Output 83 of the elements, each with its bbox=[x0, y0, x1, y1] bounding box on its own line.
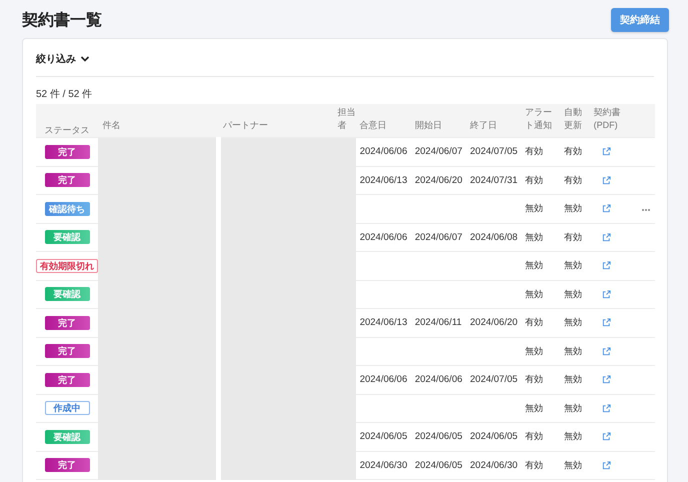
result-count: 52 件 / 52 件 bbox=[36, 88, 94, 101]
table-cell: 無効 bbox=[525, 260, 544, 270]
table-cell: 無効 bbox=[564, 460, 582, 470]
table-cell: 無効 bbox=[564, 317, 582, 328]
table-cell: 2024/06/13 bbox=[360, 317, 408, 328]
table-cell: 2024/06/06 bbox=[414, 374, 462, 386]
table-cell: 無効 bbox=[564, 203, 582, 214]
table-cell: 2024/06/30 bbox=[360, 460, 408, 471]
table-cell: 有効 bbox=[564, 146, 582, 156]
external-link-icon[interactable] bbox=[602, 147, 611, 156]
column-header: 担当者 bbox=[337, 107, 356, 130]
table-cell: 2024/06/11 bbox=[414, 317, 462, 328]
table-cell: 2024/07/05 bbox=[470, 374, 518, 386]
table-cell: 2024/07/31 bbox=[470, 174, 518, 186]
table-cell: 2024/06/08 bbox=[470, 232, 518, 243]
external-link-icon[interactable] bbox=[602, 375, 611, 384]
table-cell: 2024/06/07 bbox=[414, 232, 462, 243]
table-cell: 無効 bbox=[564, 288, 582, 299]
status-badge: 有効期限切れ bbox=[36, 258, 98, 273]
table-cell: 2024/06/06 bbox=[360, 374, 408, 386]
external-link-icon[interactable] bbox=[602, 204, 611, 214]
status-badge: 完了 bbox=[44, 458, 90, 472]
external-link-icon[interactable] bbox=[602, 460, 611, 470]
table-cell: 無効 bbox=[525, 203, 544, 214]
status-badge: 要確認 bbox=[44, 287, 90, 302]
status-badge: 完了 bbox=[44, 144, 90, 159]
column-header: 契約書 (PDF) bbox=[594, 107, 621, 130]
table-cell: 2024/06/06 bbox=[360, 232, 408, 243]
external-link-icon[interactable] bbox=[602, 404, 611, 413]
more-icon[interactable] bbox=[642, 208, 650, 212]
status-badge: 作成中 bbox=[44, 401, 90, 416]
external-link-icon[interactable] bbox=[602, 176, 611, 185]
table-cell: 2024/06/07 bbox=[414, 146, 462, 158]
table-cell: 2024/06/20 bbox=[414, 174, 462, 186]
table-cell: 無効 bbox=[564, 346, 582, 356]
table-cell: 2024/06/30 bbox=[470, 460, 518, 471]
external-link-icon[interactable] bbox=[602, 432, 611, 442]
table-cell: 無効 bbox=[525, 346, 544, 356]
status-badge: 要確認 bbox=[44, 230, 90, 244]
external-link-icon[interactable] bbox=[602, 346, 611, 356]
external-link-icon[interactable] bbox=[602, 232, 611, 242]
table-cell: 有効 bbox=[525, 460, 544, 470]
column-header: 件名 bbox=[102, 120, 120, 130]
column-header: 開始日 bbox=[414, 120, 442, 130]
external-link-icon[interactable] bbox=[602, 318, 611, 328]
table-cell: 無効 bbox=[525, 402, 544, 413]
table-cell: 2024/06/20 bbox=[470, 317, 518, 328]
table-cell: 有効 bbox=[525, 146, 544, 156]
table-cell: 2024/06/05 bbox=[470, 431, 518, 442]
table-cell: 2024/06/06 bbox=[360, 146, 408, 158]
page-title: 契約書一覧 bbox=[22, 10, 102, 31]
status-badge: 完了 bbox=[44, 344, 90, 358]
filter-toggle[interactable]: 絞り込み bbox=[36, 52, 90, 66]
external-link-icon[interactable] bbox=[602, 290, 611, 299]
table-cell: 2024/07/05 bbox=[470, 146, 518, 158]
table-cell: 有効 bbox=[525, 317, 544, 328]
table-cell: 有効 bbox=[525, 374, 544, 384]
column-header: 自動更新 bbox=[564, 107, 582, 130]
column-header: アラート通知 bbox=[525, 107, 552, 130]
column-header: ステータス bbox=[44, 125, 90, 135]
status-badge: 完了 bbox=[44, 316, 90, 330]
column-header: 合意日 bbox=[360, 120, 387, 130]
table-cell: 無効 bbox=[525, 288, 544, 299]
status-badge: 完了 bbox=[44, 173, 90, 188]
status-badge: 要確認 bbox=[44, 430, 90, 444]
table-cell: 2024/06/05 bbox=[360, 431, 408, 442]
table-cell: 無効 bbox=[525, 232, 544, 242]
status-badge: 確認待ち bbox=[44, 202, 90, 216]
table-cell: 無効 bbox=[564, 374, 582, 384]
table-cell: 2024/06/13 bbox=[360, 174, 408, 186]
table-cell: 有効 bbox=[525, 431, 544, 442]
table-cell: 有効 bbox=[564, 232, 582, 242]
table-cell: 無効 bbox=[564, 260, 582, 270]
column-header: 終了日 bbox=[470, 120, 497, 130]
external-link-icon[interactable] bbox=[602, 261, 611, 270]
table-cell: 2024/06/05 bbox=[414, 460, 462, 471]
table-cell: 有効 bbox=[525, 174, 544, 185]
table-cell: 無効 bbox=[564, 431, 582, 442]
table-cell: 無効 bbox=[564, 402, 582, 413]
table-cell: 有効 bbox=[564, 174, 582, 185]
status-badge: 完了 bbox=[44, 372, 90, 387]
table-cell: 2024/06/05 bbox=[414, 431, 462, 442]
column-header: パートナー bbox=[222, 120, 268, 130]
